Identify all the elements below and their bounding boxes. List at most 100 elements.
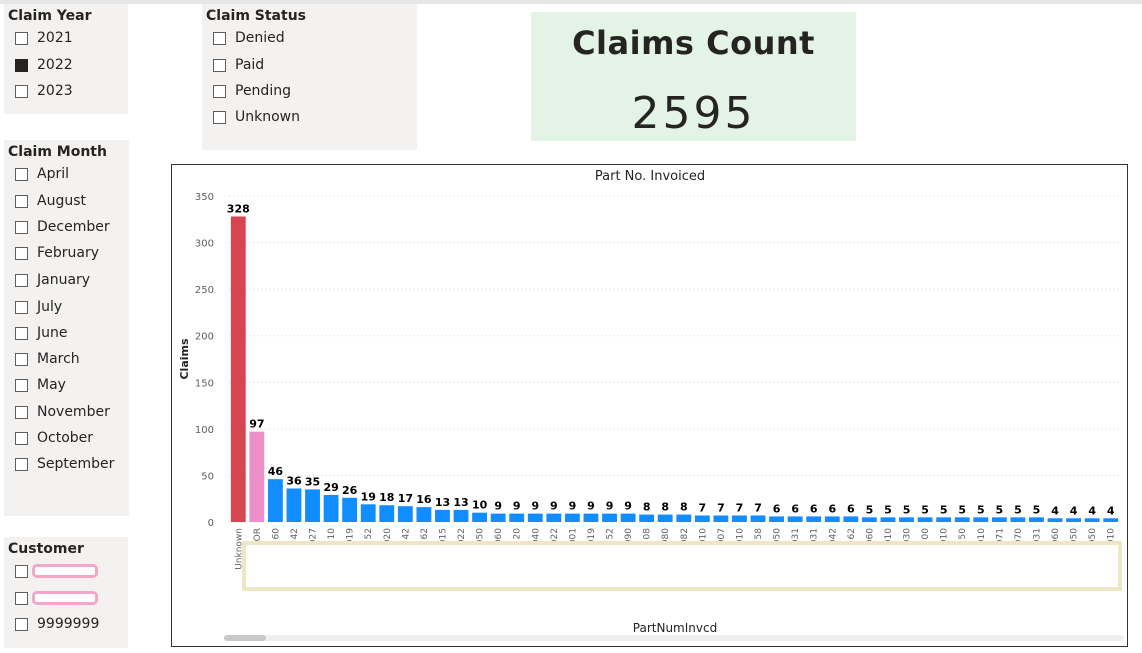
option-label: Pending [235,83,291,99]
checkbox[interactable] [213,31,226,45]
checkbox[interactable] [15,405,28,419]
checkbox-checked[interactable] [15,58,28,72]
data-label: 97 [249,418,264,431]
checkbox[interactable] [213,110,226,124]
claim-month-option[interactable]: October [15,428,93,448]
checkbox[interactable] [15,194,28,208]
data-label: 9 [587,500,595,513]
claim-status-option-paid[interactable]: Paid [213,55,264,75]
bar [1084,518,1100,522]
claim-status-option-unknown[interactable]: Unknown [213,107,300,127]
claim-month-option[interactable]: April [15,164,69,184]
x-tick-label: 62 [847,528,857,539]
checkbox[interactable] [15,300,28,314]
bar [435,509,450,522]
data-label: 8 [661,501,669,514]
data-label: 7 [736,501,744,514]
claim-month-option[interactable]: June [15,323,68,343]
claim-status-option-pending[interactable]: Pending [213,81,291,101]
data-label: 5 [940,503,948,516]
option-label: Unknown [235,109,300,125]
customer-option-redacted[interactable] [15,561,98,581]
data-label: 9 [624,500,632,513]
checkbox[interactable] [15,167,28,181]
y-tick-label: 200 [195,332,214,343]
bar [676,514,692,522]
claim-status-slicer: Claim Status Denied Paid Pending Unknown [202,4,417,150]
bar [694,515,710,522]
y-tick-label: 350 [195,192,214,203]
claim-status-option-denied[interactable]: Denied [213,28,285,48]
data-label: 10 [472,499,488,512]
option-label: December [37,219,110,235]
data-label: 5 [958,503,966,516]
checkbox[interactable] [213,58,226,72]
x-tick-label: 52 [364,528,374,539]
data-label: 4 [1088,504,1096,517]
data-label: 19 [361,490,376,503]
claim-year-option-2023[interactable]: 2023 [15,81,73,101]
bar [1047,518,1063,522]
bar-chart-svg: Part No. Invoiced 0 50 100 150 200 250 300 350 Cl… [178,169,1124,641]
data-label: 328 [227,202,250,215]
bar [416,507,432,522]
x-tick-label: 20 [513,528,523,540]
claim-month-option[interactable]: July [15,297,62,317]
data-label: 5 [903,503,911,516]
bar [453,509,469,522]
option-label: May [37,377,66,393]
x-tick-label: 60 [271,528,281,540]
checkbox[interactable] [15,246,28,260]
bar [954,517,970,522]
checkbox[interactable] [15,31,28,45]
data-label: 16 [416,493,432,506]
claim-month-option[interactable]: May [15,375,66,395]
bar [1029,517,1044,522]
claim-year-option-2021[interactable]: 2021 [15,28,73,48]
checkbox[interactable] [15,591,28,605]
checkbox[interactable] [15,220,28,234]
claim-month-option[interactable]: August [15,191,86,211]
data-label: 13 [453,496,468,509]
checkbox[interactable] [15,352,28,366]
claim-month-option[interactable]: January [15,270,90,290]
claim-month-option[interactable]: November [15,402,110,422]
checkbox[interactable] [15,617,28,631]
checkbox[interactable] [15,84,28,98]
claim-month-option[interactable]: March [15,349,80,369]
bar [602,513,617,522]
option-label: February [37,245,100,261]
checkbox[interactable] [15,564,28,578]
bar [732,515,747,522]
checkbox[interactable] [15,273,28,287]
claim-year-slicer: Claim Year 2021 2022 2023 [4,4,128,114]
scrollbar-thumb[interactable] [224,635,266,641]
customer-option-redacted[interactable] [15,588,98,608]
claim-month-option[interactable]: December [15,217,110,237]
option-label: January [37,272,91,288]
checkbox[interactable] [15,326,28,340]
bar [806,516,822,522]
checkbox[interactable] [213,84,226,98]
claim-month-option[interactable]: September [15,454,114,474]
x-tick-label: 08 [643,528,653,540]
data-label: 26 [342,484,358,497]
x-tick-label: 62 [420,528,430,539]
data-label: 5 [884,503,892,516]
checkbox[interactable] [15,457,28,471]
data-label: 4 [1051,504,1059,517]
redacted-label-box [32,591,98,605]
checkbox[interactable] [15,378,28,392]
claim-month-option[interactable]: February [15,243,99,263]
claim-year-option-2022[interactable]: 2022 [15,55,73,75]
bar [639,514,655,522]
option-label: July [37,299,63,315]
checkbox[interactable] [15,431,28,445]
bar [1103,518,1119,522]
customer-option-9999999[interactable]: 9999999 [15,614,99,634]
bar [360,504,376,522]
option-label: August [37,193,86,209]
x-tick-label: 00 [921,528,931,540]
option-label: March [37,351,80,367]
bar [397,506,413,522]
